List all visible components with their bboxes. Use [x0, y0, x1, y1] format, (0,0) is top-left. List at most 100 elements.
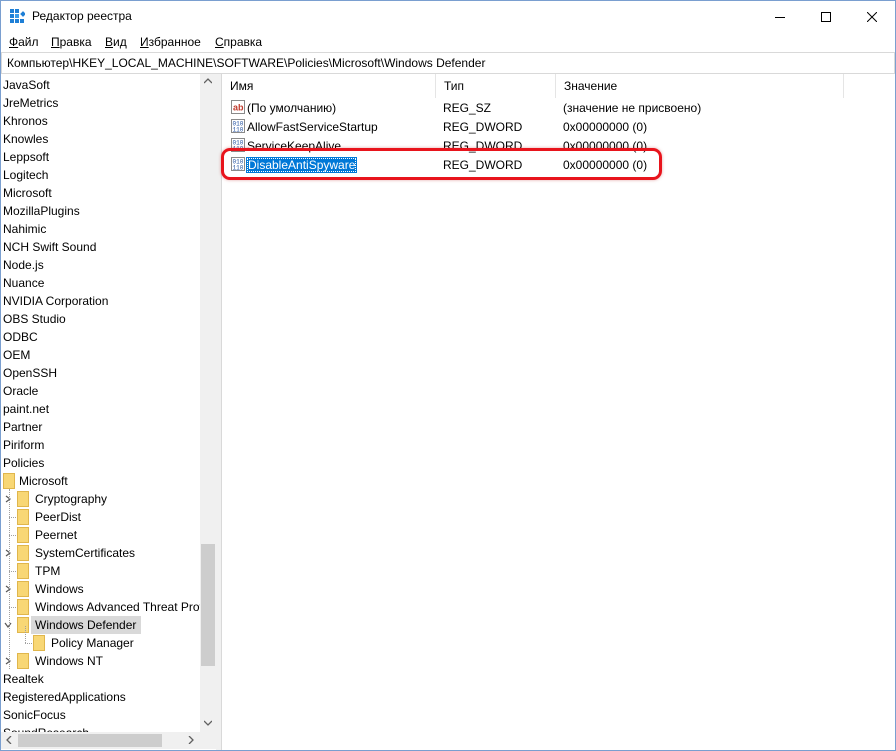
tree-item-label: RegisteredApplications [3, 690, 126, 704]
key-tree[interactable]: JavaSoft JreMetrics Khronos Knowles Leppsoft… [1, 74, 217, 750]
tree-item[interactable]: OEM [1, 346, 200, 364]
maximize-button[interactable] [803, 1, 849, 32]
tree-item[interactable]: JavaSoft [1, 76, 200, 94]
value-data: (значение не присвоено) [563, 101, 702, 115]
tree-item-label: Realtek [3, 672, 44, 686]
window-title: Редактор реестра [32, 9, 132, 23]
tree-item-label: JavaSoft [3, 78, 50, 92]
column-header-name[interactable]: Имя [222, 74, 436, 98]
column-header-value[interactable]: Значение [556, 74, 844, 98]
value-row[interactable]: ab (По умолчанию) REG_SZ (значение не пр… [222, 99, 895, 118]
address-path[interactable]: Компьютер\HKEY_LOCAL_MACHINE\SOFTWARE\Po… [7, 56, 485, 70]
tree-item-label: Knowles [3, 132, 49, 146]
scroll-up-arrow-icon[interactable] [204, 78, 212, 84]
tree-item[interactable]: ODBC [1, 328, 200, 346]
tree-item-label: NVIDIA Corporation [3, 294, 109, 308]
tree-item[interactable]: Peernet [1, 526, 200, 544]
tree-item-label: Cryptography [35, 492, 108, 506]
tree-item-label: Node.js [3, 258, 44, 272]
scrollbar-corner [200, 732, 216, 749]
tree-item[interactable]: Microsoft [1, 472, 200, 490]
tree-item[interactable]: Node.js [1, 256, 200, 274]
folder-icon [3, 473, 15, 489]
tree-item[interactable]: Windows Advanced Threat Prot [1, 598, 203, 616]
tree-item[interactable]: Cryptography [1, 490, 200, 508]
tree-vertical-scroll-thumb[interactable] [201, 544, 215, 666]
chevron-down-icon[interactable] [4, 621, 12, 629]
value-data: 0x00000000 (0) [563, 120, 648, 134]
column-header-type[interactable]: Тип [436, 74, 556, 98]
tree-item[interactable]: SystemCertificates [1, 544, 200, 562]
folder-icon [17, 653, 29, 669]
value-row[interactable]: 010 110 AllowFastServiceStartup REG_DWOR… [222, 118, 895, 137]
tree-item[interactable]: OpenSSH [1, 364, 200, 382]
tree-item[interactable]: PeerDist [1, 508, 200, 526]
tree-item[interactable]: Partner [1, 418, 200, 436]
tree-item[interactable]: Oracle [1, 382, 200, 400]
tree-item[interactable]: Realtek [1, 670, 200, 688]
tree-vertical-scrollbar[interactable] [200, 74, 216, 732]
tree-item[interactable]: RegisteredApplications [1, 688, 200, 706]
tree-item[interactable]: JreMetrics [1, 94, 200, 112]
tree-connector [9, 571, 16, 572]
tree-item[interactable]: Leppsoft [1, 148, 200, 166]
tree-item-selected[interactable]: Windows Defender [1, 616, 200, 634]
registry-editor-window: Редактор реестра Файл Правка Вид Избранн… [0, 0, 896, 751]
title-bar[interactable]: Редактор реестра [1, 1, 895, 32]
registry-editor-icon [10, 9, 25, 23]
value-type: REG_DWORD [443, 120, 523, 134]
tree-item[interactable]: SonicFocus [1, 706, 200, 724]
tree-item-label: OBS Studio [3, 312, 66, 326]
tree-item[interactable]: paint.net [1, 400, 200, 418]
tree-item-label: Partner [3, 420, 43, 434]
chevron-right-icon[interactable] [4, 657, 12, 665]
menu-edit[interactable]: Правка [51, 35, 92, 49]
menu-help[interactable]: Справка [215, 35, 262, 49]
tree-item[interactable]: TPM [1, 562, 200, 580]
tree-item-label: Khronos [3, 114, 48, 128]
menu-favorites[interactable]: Избранное [140, 35, 201, 49]
tree-item[interactable]: Policies [1, 454, 200, 472]
dword-value-icon: 010 110 [231, 119, 245, 133]
minimize-button[interactable] [757, 1, 803, 32]
chevron-right-icon[interactable] [4, 495, 12, 503]
tree-horizontal-scrollbar[interactable] [1, 732, 200, 749]
tree-item[interactable]: NCH Swift Sound [1, 238, 200, 256]
tree-item[interactable]: Khronos [1, 112, 200, 130]
tree-item[interactable]: MozillaPlugins [1, 202, 200, 220]
tree-item-label: Peernet [35, 528, 78, 542]
tree-item-label: Policies [3, 456, 45, 470]
tree-horizontal-scroll-thumb[interactable] [18, 734, 162, 747]
tree-connector [25, 643, 32, 644]
menu-file[interactable]: Файл [9, 35, 39, 49]
close-button[interactable] [849, 1, 895, 32]
tree-item[interactable]: Knowles [1, 130, 200, 148]
folder-icon [17, 563, 29, 579]
folder-icon [17, 527, 29, 543]
tree-item-label: OEM [3, 348, 31, 362]
tree-item[interactable]: Nahimic [1, 220, 200, 238]
value-name: AllowFastServiceStartup [247, 120, 378, 134]
tree-item[interactable]: NVIDIA Corporation [1, 292, 200, 310]
tree-item-label: Microsoft [3, 186, 52, 200]
tree-item[interactable]: Logitech [1, 166, 200, 184]
folder-icon [17, 509, 29, 525]
folder-icon [33, 635, 45, 651]
tree-item-label: Logitech [3, 168, 49, 182]
string-value-icon: ab [231, 100, 245, 114]
chevron-right-icon[interactable] [4, 549, 12, 557]
scroll-down-arrow-icon[interactable] [204, 720, 212, 726]
tree-item[interactable]: Microsoft [1, 184, 200, 202]
tree-item[interactable]: Windows NT [1, 652, 200, 670]
address-bar[interactable]: Компьютер\HKEY_LOCAL_MACHINE\SOFTWARE\Po… [1, 52, 895, 74]
tree-item[interactable]: OBS Studio [1, 310, 200, 328]
tree-item[interactable]: Nuance [1, 274, 200, 292]
folder-icon [17, 617, 29, 633]
menu-view[interactable]: Вид [105, 35, 127, 49]
scroll-right-arrow-icon[interactable] [188, 736, 194, 744]
tree-item[interactable]: Windows [1, 580, 200, 598]
tree-connector [9, 489, 10, 669]
tree-item[interactable]: Piriform [1, 436, 200, 454]
chevron-right-icon[interactable] [4, 585, 12, 593]
scroll-left-arrow-icon[interactable] [6, 736, 12, 744]
